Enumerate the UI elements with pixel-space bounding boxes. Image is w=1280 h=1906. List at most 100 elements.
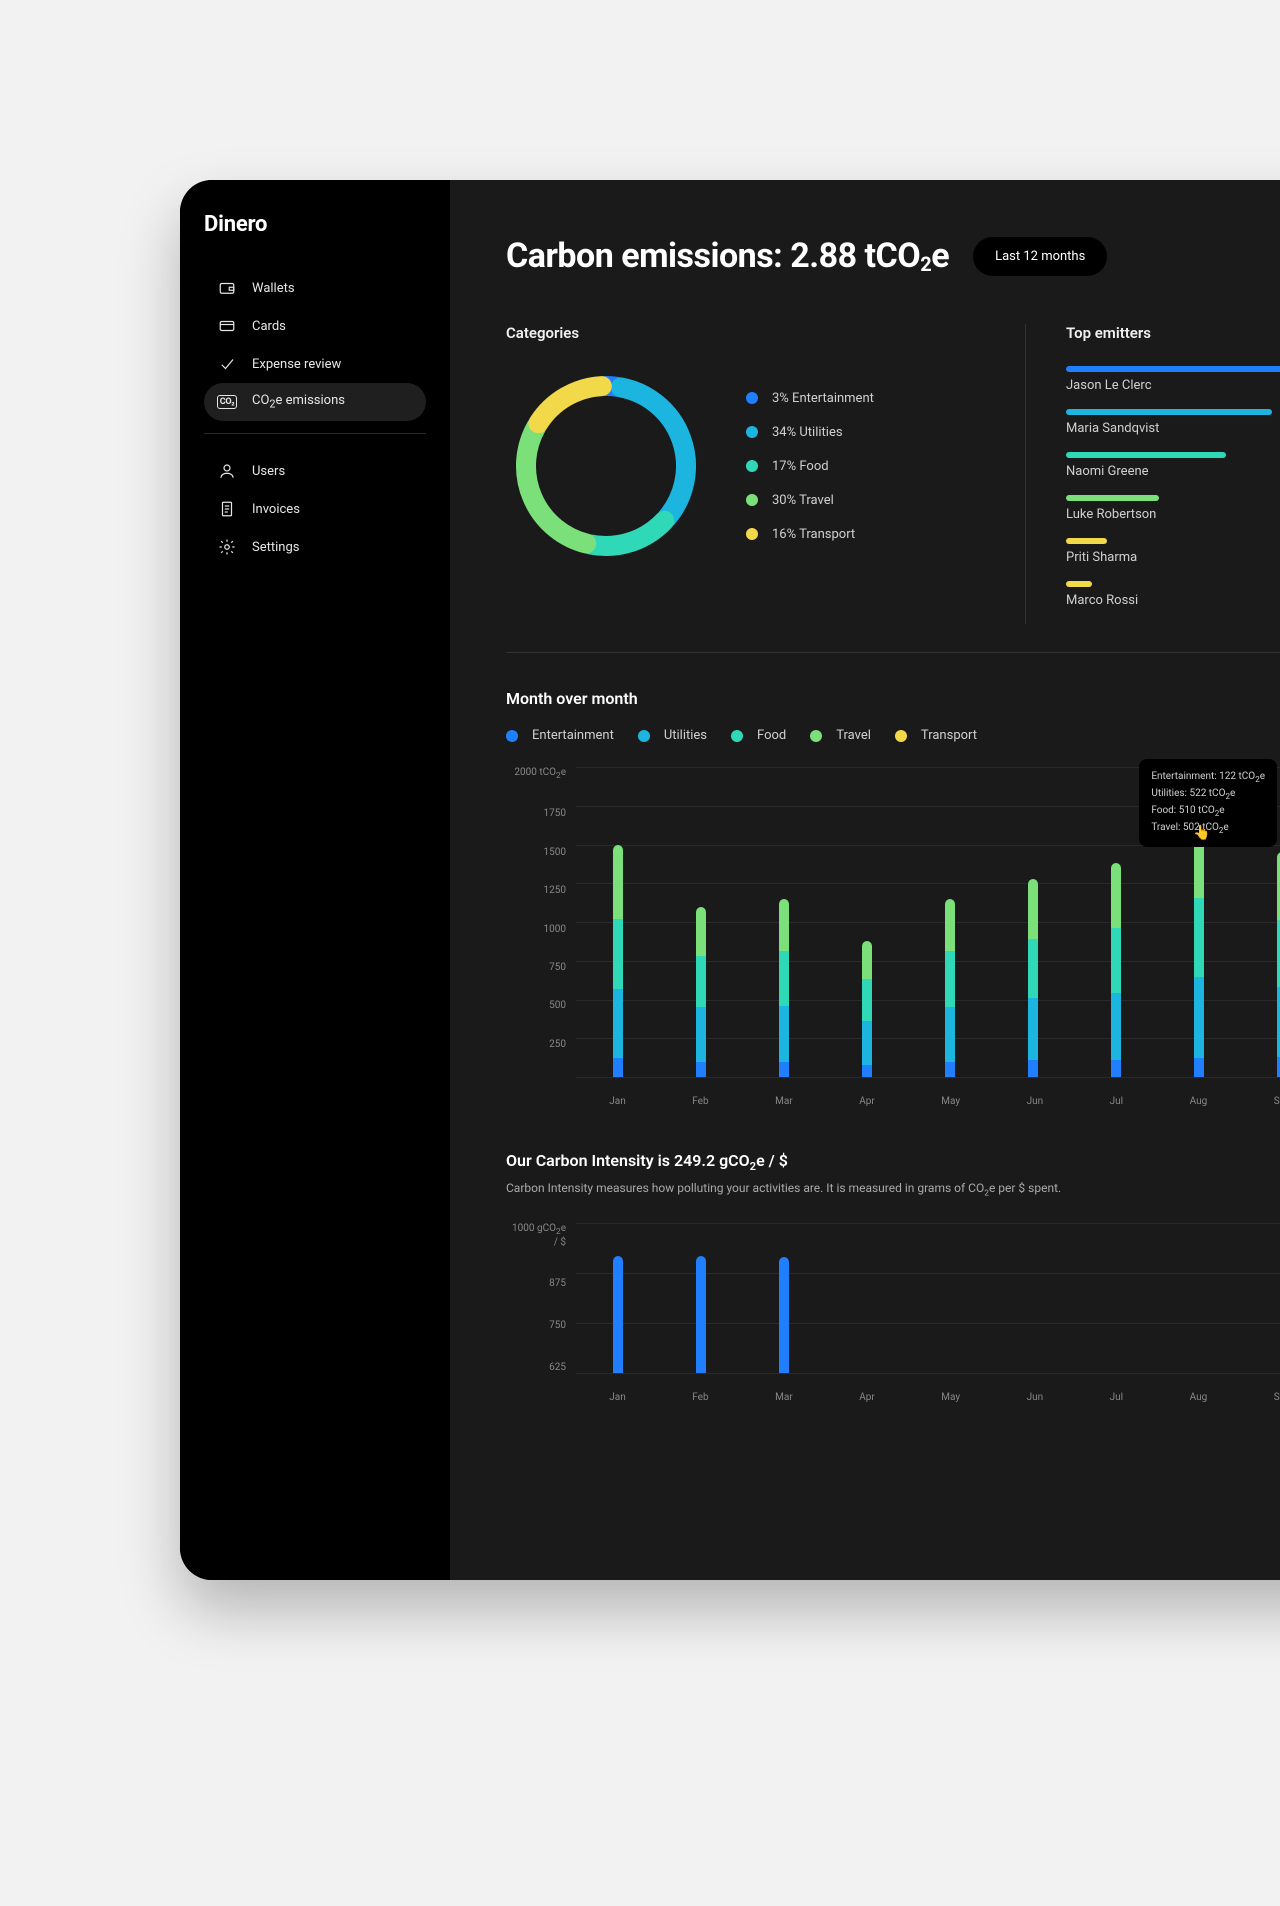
bar[interactable] xyxy=(1028,879,1038,1077)
legend-item[interactable]: Food xyxy=(731,728,786,743)
legend-item[interactable]: Utilities xyxy=(638,728,707,743)
x-tick: Feb xyxy=(692,1096,708,1107)
app-frame: Dinero Wallets Cards Expense review xyxy=(180,180,1280,1580)
mom-x-axis: JanFebMarAprMayJunJulAugSep xyxy=(576,1096,1280,1107)
mom-plot: JanFebMarAprMayJunJulAugSep Entertainmen… xyxy=(576,767,1280,1107)
sidebar-item-settings[interactable]: Settings xyxy=(204,528,426,566)
mom-chart[interactable]: 2000 tCO2e1750150012501000750500250 JanF… xyxy=(506,767,1280,1107)
y-tick: 1000 gCO2e / $ xyxy=(506,1223,566,1248)
page-title-value: 2.88 tCO2e xyxy=(790,236,949,276)
emitter-bar xyxy=(1066,495,1159,501)
emitter-name: Luke Robertson xyxy=(1066,507,1280,522)
legend-item[interactable]: 16% Transport xyxy=(746,527,874,542)
bar[interactable] xyxy=(613,1256,623,1373)
emitters-list: Jason Le Clerc Maria Sandqvist Naomi Green… xyxy=(1066,366,1280,608)
sidebar-item-cards[interactable]: Cards xyxy=(204,307,426,345)
legend-dot xyxy=(810,730,822,742)
legend-item[interactable]: 34% Utilities xyxy=(746,425,874,440)
x-tick: Apr xyxy=(859,1392,875,1403)
intensity-title: Our Carbon Intensity is 249.2 gCO2e / $ xyxy=(506,1151,1280,1173)
emitter-row[interactable]: Maria Sandqvist xyxy=(1066,409,1280,436)
emitters-title: Top emitters xyxy=(1066,324,1280,342)
emitter-name: Priti Sharma xyxy=(1066,550,1280,565)
legend-label: 17% Food xyxy=(772,459,829,474)
x-tick: Jun xyxy=(1027,1096,1044,1107)
emitter-row[interactable]: Luke Robertson xyxy=(1066,495,1280,522)
main-content: Carbon emissions: 2.88 tCO2e Last 12 mon… xyxy=(450,180,1280,1580)
x-tick: May xyxy=(941,1392,960,1403)
legend-dot xyxy=(746,460,758,472)
y-tick: 1750 xyxy=(506,808,566,819)
period-selector[interactable]: Last 12 months xyxy=(973,237,1107,276)
intensity-x-axis: JanFebMarAprMayJunJulAugSep xyxy=(576,1392,1280,1403)
sidebar-item-label: Expense review xyxy=(252,357,341,372)
x-tick: Mar xyxy=(775,1392,793,1403)
sidebar-item-invoices[interactable]: Invoices xyxy=(204,490,426,528)
mom-title: Month over month xyxy=(506,689,1280,708)
legend-label: 16% Transport xyxy=(772,527,855,542)
emitter-row[interactable]: Naomi Greene xyxy=(1066,452,1280,479)
invoice-icon xyxy=(218,500,236,518)
intensity-chart[interactable]: 1000 gCO2e / $875750625 JanFebMarAprMayJ… xyxy=(506,1223,1280,1403)
legend-dot xyxy=(746,392,758,404)
legend-label: 3% Entertainment xyxy=(772,391,874,406)
bar[interactable] xyxy=(862,941,872,1077)
sidebar-item-expense-review[interactable]: Expense review xyxy=(204,345,426,383)
x-tick: Jun xyxy=(1027,1392,1044,1403)
y-tick: 1250 xyxy=(506,885,566,896)
sidebar-item-label: Invoices xyxy=(252,502,300,517)
emitter-bar xyxy=(1066,538,1107,544)
legend-item[interactable]: Entertainment xyxy=(506,728,614,743)
wallet-icon xyxy=(218,279,236,297)
emitter-name: Naomi Greene xyxy=(1066,464,1280,479)
bar[interactable] xyxy=(1111,863,1121,1077)
bar[interactable] xyxy=(779,1257,789,1373)
x-tick: Mar xyxy=(775,1096,793,1107)
y-tick: 750 xyxy=(506,1320,566,1331)
panel-carbon-intensity: Our Carbon Intensity is 249.2 gCO2e / $ … xyxy=(506,1151,1280,1403)
legend-dot xyxy=(895,730,907,742)
nav-divider xyxy=(204,433,426,434)
panel-month-over-month: Month over month Entertainment Utilities F… xyxy=(506,689,1280,1107)
y-tick: 625 xyxy=(506,1362,566,1373)
categories-legend: 3% Entertainment 34% Utilities 17% Food 30%… xyxy=(746,391,874,542)
legend-item[interactable]: 17% Food xyxy=(746,459,874,474)
bar[interactable] xyxy=(945,899,955,1077)
emitter-row[interactable]: Priti Sharma xyxy=(1066,538,1280,565)
legend-dot xyxy=(746,426,758,438)
emitter-row[interactable]: Jason Le Clerc xyxy=(1066,366,1280,393)
legend-label: Entertainment xyxy=(532,728,614,743)
bar[interactable] xyxy=(1194,820,1204,1077)
x-tick: Aug xyxy=(1190,1392,1208,1403)
legend-item[interactable]: 30% Travel xyxy=(746,493,874,508)
legend-item[interactable]: Transport xyxy=(895,728,977,743)
sidebar-item-co2-emissions[interactable]: CO₂ CO2e emissions xyxy=(204,383,426,421)
legend-label: Food xyxy=(757,728,786,743)
bar[interactable] xyxy=(779,899,789,1077)
sidebar-item-wallets[interactable]: Wallets xyxy=(204,269,426,307)
check-icon xyxy=(218,355,236,373)
page-title: Carbon emissions: 2.88 tCO2e xyxy=(506,236,949,276)
emitter-row[interactable]: Marco Rossi xyxy=(1066,581,1280,608)
x-tick: Sep xyxy=(1274,1392,1280,1403)
sidebar-item-label: Wallets xyxy=(252,281,295,296)
legend-item[interactable]: Travel xyxy=(810,728,871,743)
y-tick: 250 xyxy=(506,1039,566,1050)
sidebar-item-users[interactable]: Users xyxy=(204,452,426,490)
legend-item[interactable]: 3% Entertainment xyxy=(746,391,874,406)
legend-label: 34% Utilities xyxy=(772,425,843,440)
brand-logo: Dinero xyxy=(204,212,426,237)
bar[interactable] xyxy=(696,1256,706,1373)
x-tick: May xyxy=(941,1096,960,1107)
sidebar-item-label: Settings xyxy=(252,540,299,555)
co2-icon: CO₂ xyxy=(218,393,236,411)
emitter-bar xyxy=(1066,366,1280,372)
gear-icon xyxy=(218,538,236,556)
legend-label: Travel xyxy=(836,728,871,743)
bar[interactable] xyxy=(613,845,623,1078)
categories-donut-chart[interactable] xyxy=(506,366,706,566)
bar[interactable] xyxy=(696,907,706,1078)
x-tick: Sep xyxy=(1274,1096,1280,1107)
emitter-name: Marco Rossi xyxy=(1066,593,1280,608)
mom-y-axis: 2000 tCO2e1750150012501000750500250 xyxy=(506,767,576,1107)
